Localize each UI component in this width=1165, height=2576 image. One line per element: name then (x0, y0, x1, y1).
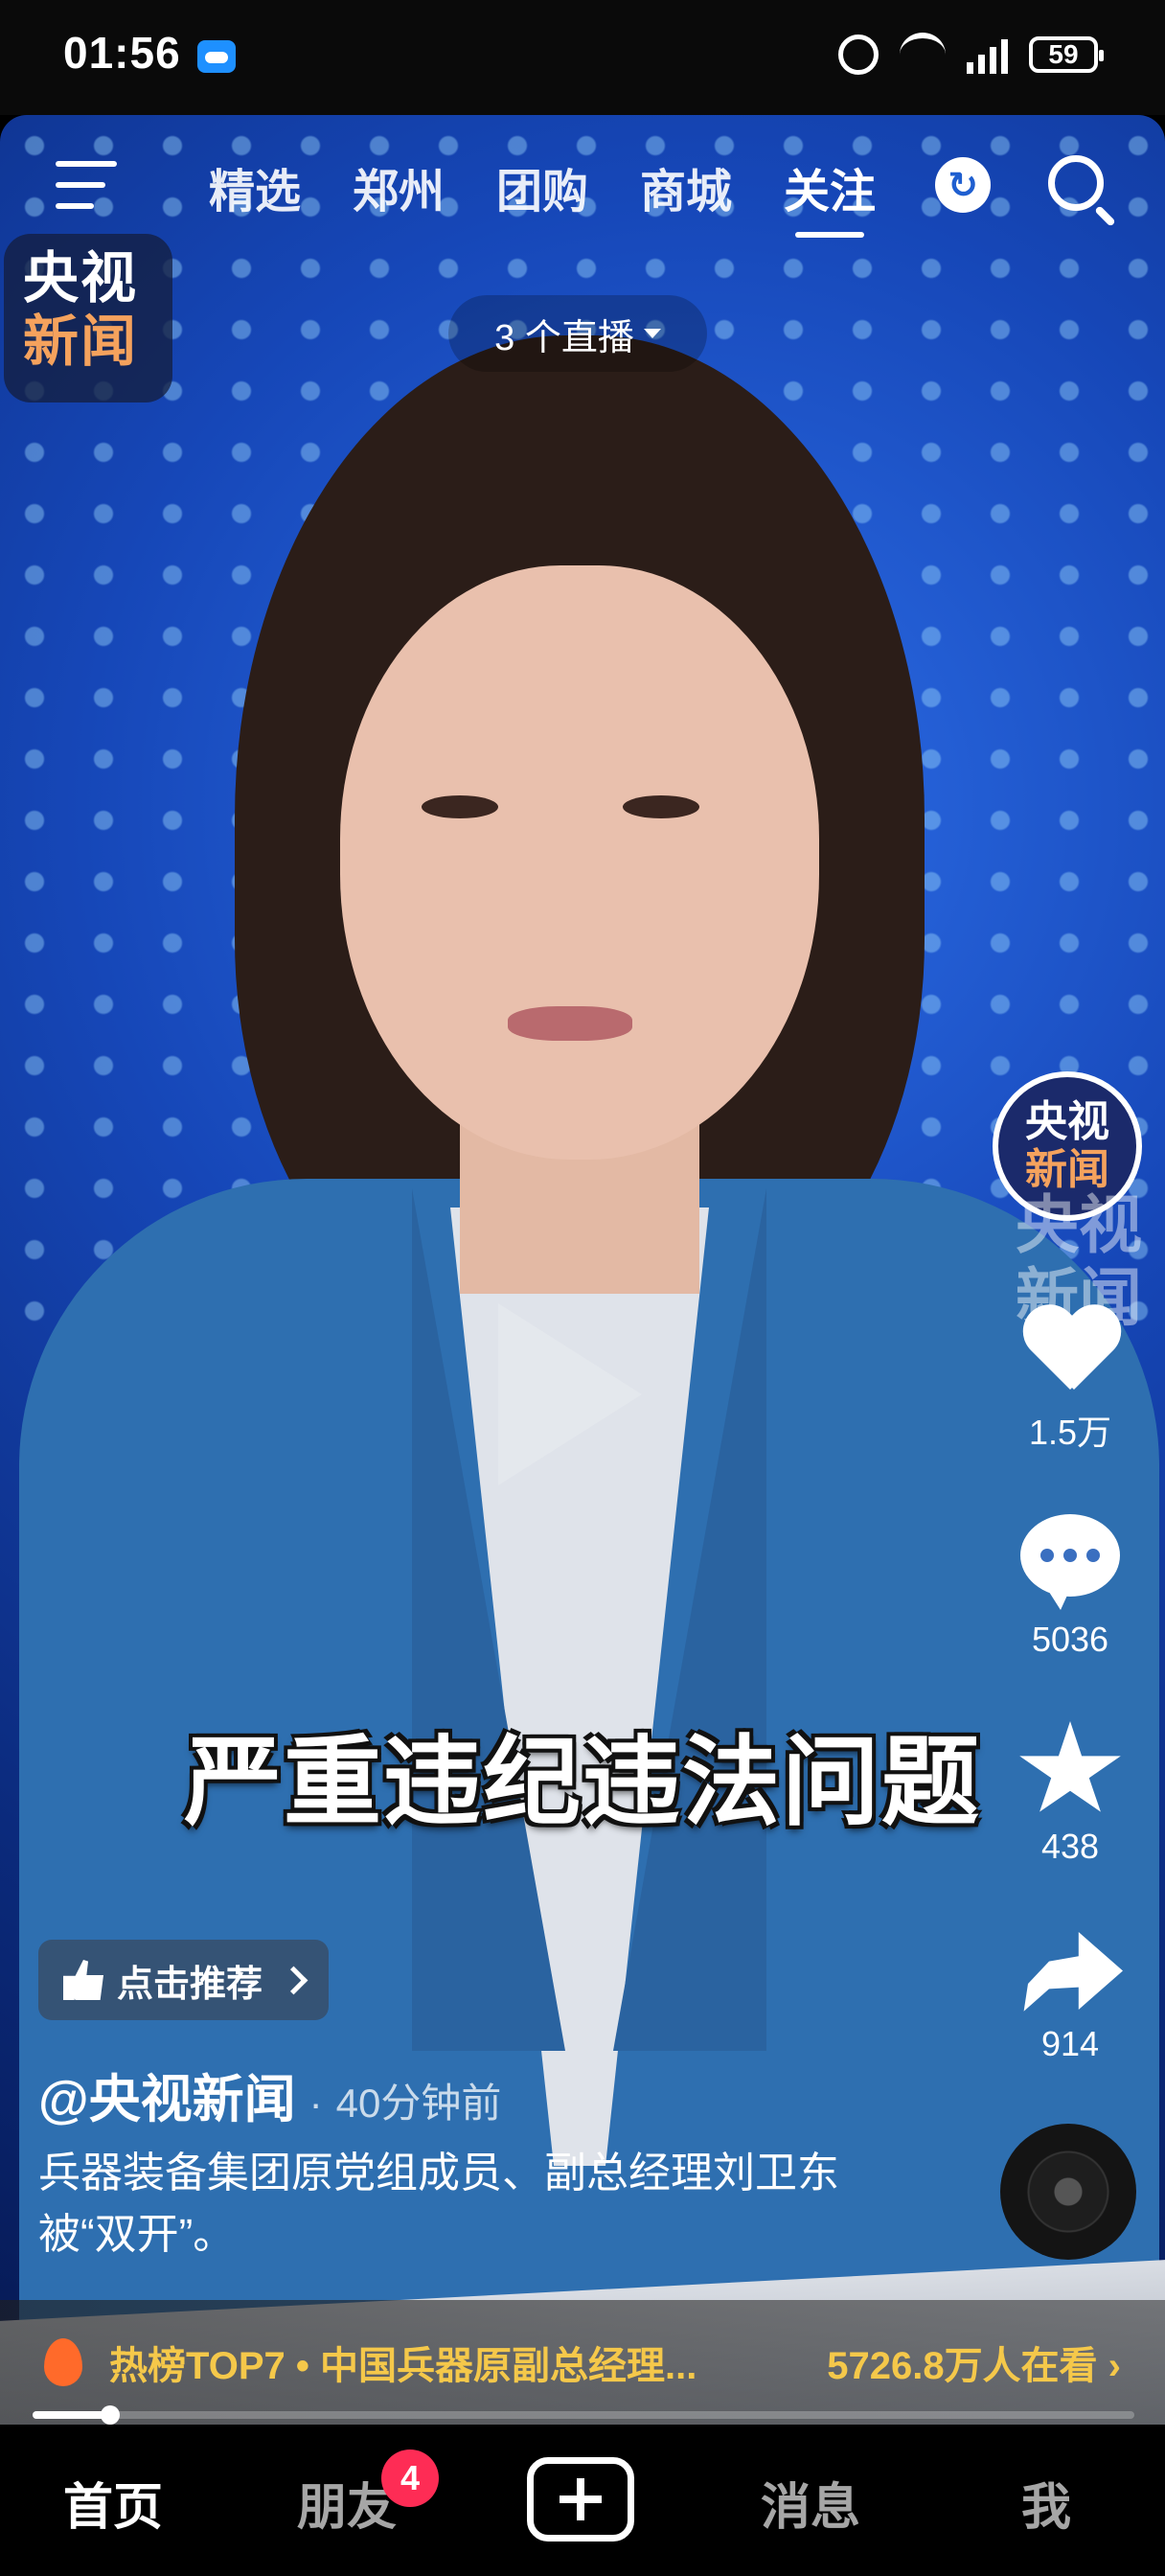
tab-messages[interactable]: 消息 (761, 2467, 860, 2539)
tab-home[interactable]: 首页 (63, 2467, 163, 2539)
anchor-mouth (508, 1006, 632, 1041)
live-streams-button[interactable]: 3 个直播 (448, 295, 707, 372)
refresh-icon[interactable]: ↻ (935, 157, 991, 213)
progress-fill (33, 2411, 110, 2419)
top-nav: 精选 郑州 团购 商城 关注 ↻ (0, 144, 1165, 238)
avatar-line1: 央视 (1025, 1098, 1109, 1145)
progress-knob[interactable] (100, 2405, 120, 2425)
music-disc-icon[interactable] (1000, 2124, 1136, 2260)
share-button[interactable]: 914 (1008, 1932, 1132, 2064)
status-bar: 01:56 59 (0, 0, 1165, 115)
caret-down-icon (643, 329, 661, 338)
battery-icon: 59 (1029, 36, 1104, 73)
comment-count: 5036 (1031, 1620, 1109, 1659)
status-icons: 59 (838, 33, 1104, 77)
recommend-button[interactable]: 点击推荐 (38, 1940, 330, 2020)
friends-badge: 4 (381, 2450, 439, 2507)
tab-mall[interactable]: 商城 (640, 153, 732, 220)
logo-line2: 新闻 (23, 310, 139, 373)
battery-level: 59 (1048, 39, 1079, 69)
anchor-face (340, 565, 819, 1160)
signal-icon (967, 35, 1008, 74)
hot-list-viewers: 5726.8万人在看 › (827, 2345, 1121, 2387)
post-time-separator: · (308, 2081, 323, 2126)
author-name[interactable]: @央视新闻 (38, 2057, 296, 2132)
tab-group-buy[interactable]: 团购 (496, 153, 588, 220)
play-icon[interactable] (498, 1303, 642, 1485)
recommend-label: 点击推荐 (117, 1964, 263, 2005)
like-button[interactable]: 1.5万 (1008, 1307, 1132, 1455)
bottom-tab-bar: 首页 朋友 4 消息 我 (0, 2425, 1165, 2576)
comment-button[interactable]: 5036 (1008, 1514, 1132, 1660)
video-subtitle: 严重违纪违法问题 (184, 1728, 981, 1837)
post-time: 40分钟前 (335, 2081, 502, 2126)
anchor-eye-left (422, 795, 498, 818)
tab-following[interactable]: 关注 (784, 153, 876, 220)
share-count: 914 (1040, 2024, 1100, 2063)
share-icon (1023, 1932, 1123, 2012)
create-post-button[interactable] (527, 2457, 634, 2542)
status-time: 01:56 (63, 28, 181, 78)
alarm-icon (838, 34, 879, 75)
tab-me[interactable]: 我 (1021, 2467, 1071, 2539)
live-streams-label: 3 个直播 (494, 317, 634, 358)
playback-progress[interactable] (33, 2405, 1134, 2425)
hot-list-text: 热榜TOP7 • 中国兵器原副总经理... (109, 2345, 697, 2387)
search-icon[interactable] (1048, 155, 1104, 211)
tab-local[interactable]: 郑州 (353, 153, 445, 220)
post-meta: @央视新闻 · 40分钟前 (38, 2057, 501, 2132)
hot-list-banner[interactable]: 热榜TOP7 • 中国兵器原副总经理... 5726.8万人在看 › (0, 2300, 1165, 2425)
tab-featured[interactable]: 精选 (209, 153, 301, 220)
active-tab-indicator (795, 232, 864, 238)
cloud-icon (197, 40, 236, 73)
chevron-right-icon (279, 1966, 308, 1994)
heart-icon (1020, 1307, 1120, 1399)
anchor-eye-right (623, 795, 699, 818)
menu-icon[interactable] (56, 161, 117, 211)
logo-line1: 央视 (23, 247, 139, 310)
screen: 01:56 59 精选 郑州 团购 商城 关注 ↻ 央视 新闻 3 个直播 央视… (0, 0, 1165, 2576)
wifi-icon (900, 33, 946, 77)
like-count: 1.5万 (1028, 1413, 1112, 1452)
thumbs-up-icon (63, 1960, 103, 2000)
comment-icon (1020, 1514, 1120, 1610)
flame-icon (44, 2338, 82, 2386)
post-description[interactable]: 兵器装备集团原党组成员、副总经理刘卫东被“双开”。 (38, 2143, 901, 2266)
avatar-line2: 新闻 (1025, 1146, 1109, 1193)
channel-logo: 央视 新闻 (4, 234, 172, 402)
watermark-line1: 央视 (1016, 1189, 1142, 1260)
